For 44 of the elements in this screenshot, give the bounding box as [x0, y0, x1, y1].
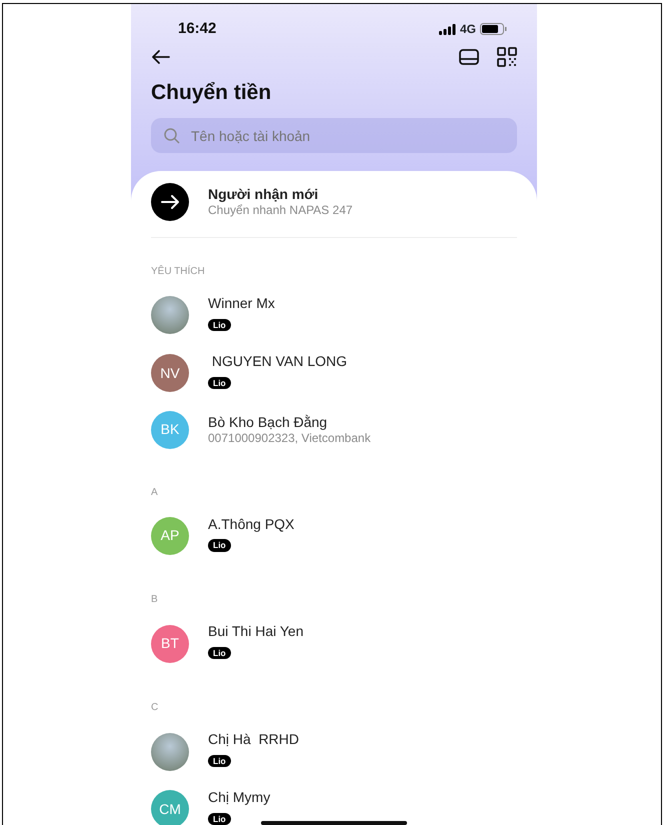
- avatar-initials: BT: [151, 624, 189, 663]
- contact-row[interactable]: AP A.Thông PQX Lio: [151, 516, 517, 556]
- contact-row[interactable]: BK Bò Kho Bạch Đằng 0071000902323, Vietcombank: [151, 410, 517, 449]
- contact-name: A.Thông PQX: [208, 516, 294, 532]
- contact-tag: Lio: [208, 754, 231, 768]
- contact-tag: Lio: [208, 539, 231, 552]
- back-arrow-icon[interactable]: [151, 48, 171, 64]
- new-recipient-title: Người nhận mới: [208, 186, 320, 204]
- avatar-initials: CM: [151, 790, 189, 825]
- contact-row[interactable]: NV NGUYEN VAN LONG Lio: [151, 352, 517, 394]
- section-header: B: [151, 593, 159, 608]
- avatar-photo-placeholder: [151, 296, 189, 334]
- contact-tag: Lio: [208, 376, 231, 389]
- contact-row[interactable]: CM Chị Mymy Lio: [151, 788, 517, 825]
- page-title: Chuyển tiền: [151, 80, 272, 106]
- contact-row[interactable]: BT Bui Thi Hai Yen Lio: [151, 623, 517, 664]
- search-icon: [164, 128, 180, 144]
- section-header: YÊU THÍCH: [151, 264, 206, 279]
- contact-row[interactable]: Winner Mx Lio: [151, 295, 517, 336]
- status-time: 16:42: [178, 19, 216, 39]
- avatar-initials: BK: [151, 410, 189, 449]
- avatar-photo-placeholder: [151, 732, 189, 771]
- avatar-initials: NV: [151, 354, 189, 392]
- network-label: 4G: [460, 21, 476, 38]
- contact-tag: Lio: [208, 812, 231, 825]
- section-header: C: [151, 701, 160, 716]
- contact-row[interactable]: Chị Hà RRHD Lio: [151, 731, 517, 772]
- contact-name: NGUYEN VAN LONG: [210, 352, 347, 370]
- avatar-initials: AP: [151, 516, 189, 555]
- card-icon[interactable]: [459, 48, 479, 64]
- contact-name: Chị Mymy: [208, 788, 270, 806]
- contact-tag: Lio: [208, 647, 231, 660]
- contact-name: Bò Kho Bạch Đằng: [208, 414, 328, 431]
- new-recipient-subtitle: Chuyển nhanh NAPAS 247: [208, 203, 353, 218]
- arrow-circle-icon[interactable]: [151, 183, 189, 221]
- section-header: A: [151, 486, 159, 500]
- battery-icon: [480, 23, 507, 36]
- account-info: 0071000902323, Vietcombank: [208, 430, 371, 446]
- contact-name: Bui Thi Hai Yen: [208, 623, 304, 640]
- signal-icon: [438, 24, 456, 35]
- contact-name: Chị Hà RRHD: [208, 731, 300, 748]
- contact-name: Winner Mx: [208, 295, 275, 312]
- contact-tag: Lio: [208, 318, 231, 331]
- qr-code-icon[interactable]: [497, 46, 517, 66]
